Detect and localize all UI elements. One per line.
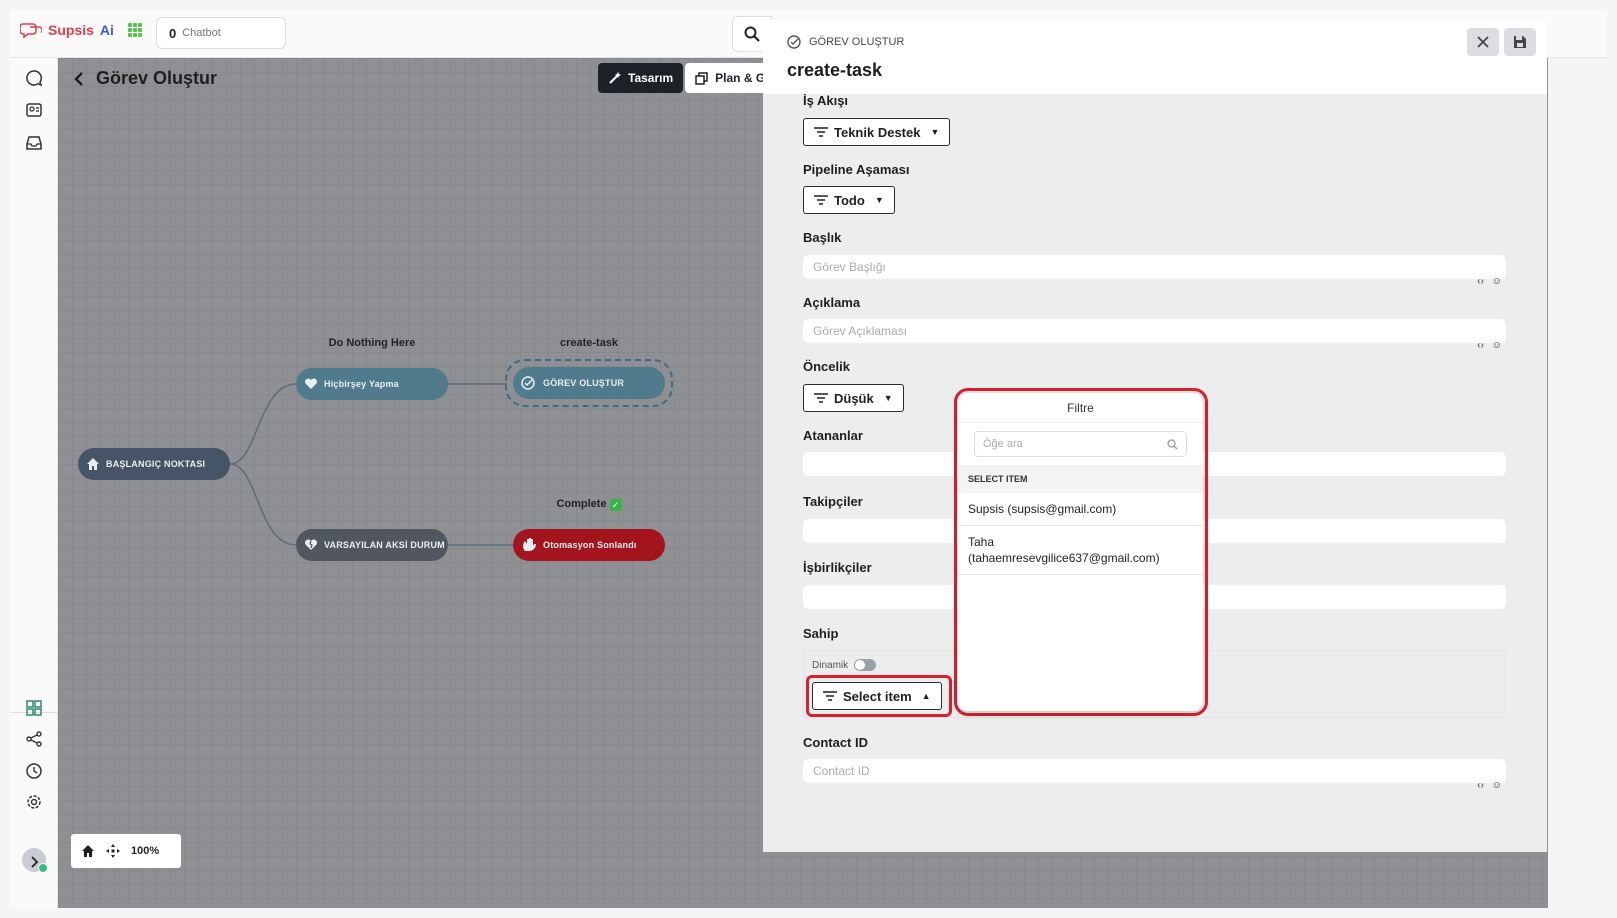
node-create-caption: create-task (559, 337, 619, 349)
panel-subtitle: GÖREV OLUŞTUR (787, 34, 904, 50)
emoji-icon[interactable]: ☺ (1492, 340, 1502, 351)
filter-icon (814, 127, 828, 137)
contact-input[interactable]: Contact ID ‹› ☺ (803, 759, 1506, 791)
gear-icon[interactable] (24, 792, 44, 812)
dynamic-toggle[interactable] (854, 659, 877, 671)
left-sidebar (10, 58, 58, 908)
node-nothing-caption: Do Nothing Here (328, 337, 416, 349)
node-do-nothing[interactable]: Hiçbirşey Yapma (296, 368, 448, 400)
flow-edges (229, 383, 513, 546)
heart-icon (304, 378, 318, 389)
code-variable-icon[interactable]: ‹› (1477, 276, 1484, 287)
node-end[interactable]: Otomasyon Sonlandı (513, 529, 665, 561)
title-label: Başlık (803, 230, 842, 245)
edge-start-default (229, 463, 297, 546)
task-check-icon (521, 376, 535, 390)
caret-down-icon: ▼ (874, 195, 884, 205)
owner-dropdown: Filtre Öğe ara SELECT ITEM Supsis (supsi… (958, 393, 1203, 711)
panel-title: create-task (787, 60, 883, 80)
field-tools: ‹› ☺ (1477, 340, 1502, 351)
zoom-level: 100% (131, 845, 160, 857)
code-variable-icon[interactable]: ‹› (1477, 780, 1484, 791)
collaborators-label: İşbirlikçiler (803, 560, 872, 575)
assignees-label: Atananlar (803, 428, 863, 443)
filter-icon (823, 691, 837, 701)
code-variable-icon[interactable]: ‹› (1477, 340, 1484, 351)
edge-start-nothing (229, 383, 297, 465)
search-icon (1167, 438, 1178, 450)
pipeline-label: Pipeline Aşaması (803, 162, 910, 177)
save-button[interactable] (1504, 28, 1536, 56)
close-icon (1477, 36, 1489, 48)
brand-logo-icon (20, 23, 42, 38)
broken-heart-icon (304, 539, 318, 550)
dropdown-option[interactable]: Taha (tahaemresevgilice637@gmail.com) (958, 526, 1203, 575)
workflow-select[interactable]: Teknik Destek ▼ (803, 118, 951, 146)
filter-icon (814, 195, 828, 205)
chatbot-selector[interactable]: 0 Chatbot (156, 17, 286, 49)
history-icon[interactable] (24, 761, 44, 781)
task-check-icon (787, 35, 801, 49)
brand-suffix: Ai (99, 22, 114, 38)
check-icon: ✓ (609, 499, 622, 511)
zoom-controls: 100% (71, 834, 181, 868)
owner-select[interactable]: Select item ▲ (812, 682, 942, 710)
home-icon (87, 458, 99, 470)
home-icon[interactable] (81, 844, 95, 858)
caret-down-icon: ▼ (883, 393, 893, 403)
owner-label: Sahip (803, 626, 839, 641)
dropdown-section-header: SELECT ITEM (958, 465, 1203, 493)
node-create-task[interactable]: GÖREV OLUŞTUR (513, 367, 665, 399)
description-label: Açıklama (803, 295, 861, 310)
node-default[interactable]: VARSAYILAN AKSİ DURUM (296, 529, 448, 561)
dropdown-option[interactable]: Supsis (supsis@gmail.com) (958, 493, 1203, 526)
chatbot-count: 0 (169, 25, 177, 41)
brand-name: Supsis (48, 22, 94, 38)
followers-label: Takipçiler (803, 494, 863, 509)
share-icon[interactable] (24, 729, 44, 749)
dropdown-search-input[interactable]: Öğe ara (974, 431, 1187, 457)
panel-header: GÖREV OLUŞTUR create-task (763, 20, 1547, 94)
save-icon (1514, 36, 1526, 48)
chevron-right-icon[interactable] (24, 852, 44, 872)
emoji-icon[interactable]: ☺ (1492, 276, 1502, 287)
brand[interactable]: Supsis Ai (20, 22, 142, 38)
search-icon (744, 26, 760, 42)
field-tools: ‹› ☺ (1477, 276, 1502, 287)
description-input[interactable]: Görev Açıklaması ‹› ☺ (803, 319, 1506, 351)
emoji-icon[interactable]: ☺ (1492, 780, 1502, 791)
wave-hand-icon (523, 538, 536, 551)
priority-label: Öncelik (803, 359, 850, 374)
title-input[interactable]: Görev Başlığı ‹› ☺ (803, 255, 1506, 287)
field-tools: ‹› ☺ (1477, 780, 1502, 791)
close-button[interactable] (1467, 28, 1499, 56)
dashboard-icon[interactable] (24, 698, 44, 718)
workflow-label: İş Akışı (803, 93, 849, 108)
node-start[interactable]: BAŞLANGIÇ NOKTASI (78, 448, 230, 480)
priority-select[interactable]: Düşük ▼ (803, 384, 904, 412)
apps-grid-icon[interactable] (127, 23, 142, 37)
move-icon[interactable] (105, 843, 121, 859)
filter-icon (814, 393, 828, 403)
contacts-icon[interactable] (24, 100, 44, 120)
caret-up-icon: ▲ (921, 691, 931, 701)
dynamic-toggle-row: Dinamik (812, 659, 877, 671)
pipeline-select[interactable]: Todo ▼ (803, 186, 895, 214)
caret-down-icon: ▼ (930, 127, 940, 137)
node-end-caption: Complete ✓ (533, 498, 645, 511)
chatbot-label: Chatbot (182, 27, 221, 39)
dropdown-title: Filtre (958, 393, 1203, 423)
chat-icon[interactable] (24, 68, 44, 88)
contact-label: Contact ID (803, 735, 868, 750)
inbox-icon[interactable] (24, 133, 44, 153)
